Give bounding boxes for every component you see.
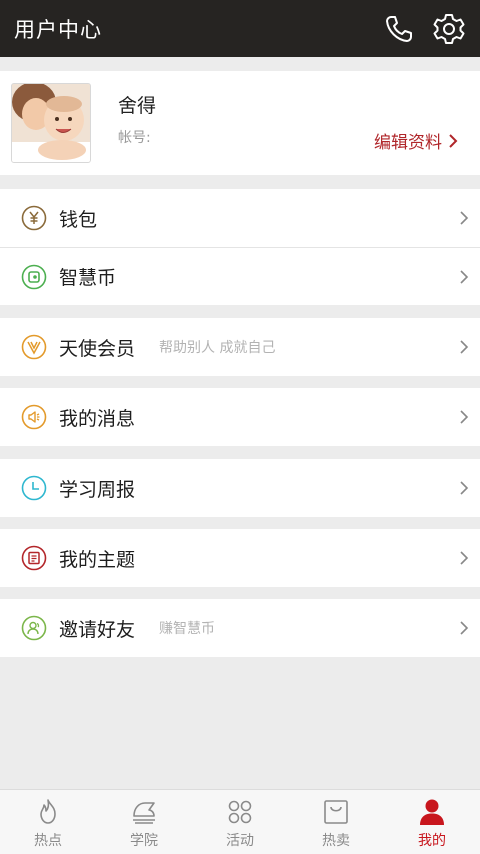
menu-group-angel: 天使会员 帮助别人 成就自己 [0,318,480,376]
menu-item-label: 钱包 [59,208,98,231]
chevron-right-icon [449,133,458,148]
chevron-right-icon [460,621,469,635]
chevron-right-icon [460,340,469,354]
top-bar: 用户中心 [0,0,480,57]
tab-label: 我的 [418,833,446,849]
avatar[interactable] [11,83,91,163]
menu-group-wallet: 钱包 智慧币 [0,189,480,305]
menu-item-label: 邀请好友 [59,618,136,641]
angel-v-icon [21,334,47,360]
menu-group-report: 学习周报 [0,459,480,517]
tab-hot-sale[interactable]: 热卖 [288,790,384,854]
tab-label: 学院 [130,833,158,849]
menu-item-coins[interactable]: 智慧币 [0,247,480,305]
menu-item-invite-friends[interactable]: 邀请好友 赚智慧币 [0,599,480,657]
menu-group-topics: 我的主题 [0,529,480,587]
academy-icon [133,802,155,824]
menu-item-label: 天使会员 [59,337,136,360]
user-icon [420,799,444,825]
tab-activity[interactable]: 活动 [192,790,288,854]
menu-item-weekly-report[interactable]: 学习周报 [0,459,480,517]
user-name: 舍得 [118,95,157,117]
tab-label: 活动 [226,833,254,849]
menu-item-subtitle: 帮助别人 成就自己 [159,340,276,356]
menu-item-subtitle: 赚智慧币 [159,621,215,637]
edit-profile-label: 编辑资料 [374,133,442,153]
menu-item-angel-member[interactable]: 天使会员 帮助别人 成就自己 [0,318,480,376]
menu-item-label: 智慧币 [59,267,117,289]
flame-icon [40,799,56,824]
phone-icon[interactable] [382,12,416,46]
tab-label: 热点 [34,833,62,849]
account-label: 帐号: [118,130,151,146]
menu-item-messages[interactable]: 我的消息 [0,388,480,446]
page-title: 用户中心 [14,17,102,42]
edit-profile-link[interactable]: 编辑资料 [374,128,458,153]
clock-icon [21,475,47,501]
tab-academy[interactable]: 学院 [96,790,192,854]
chevron-right-icon [460,481,469,495]
coin-icon [21,264,47,290]
tab-hot[interactable]: 热点 [0,790,96,854]
menu-item-label: 学习周报 [59,478,136,501]
bag-icon [324,800,348,824]
menu-item-label: 我的消息 [59,407,136,430]
settings-icon[interactable] [432,12,466,46]
activity-icon [228,800,252,824]
chevron-right-icon [460,551,469,565]
tab-mine[interactable]: 我的 [384,790,480,854]
chevron-right-icon [460,211,469,225]
menu-item-wallet[interactable]: 钱包 [0,189,480,247]
tab-label: 热卖 [322,833,350,849]
menu-item-my-topics[interactable]: 我的主题 [0,529,480,587]
topic-icon [21,545,47,571]
friends-icon [21,615,47,641]
menu-group-messages: 我的消息 [0,388,480,446]
profile-card[interactable]: 舍得 帐号: 编辑资料 [0,71,480,175]
menu-group-invite: 邀请好友 赚智慧币 [0,599,480,657]
bottom-tab-bar: 热点 学院 活动 热卖 我的 [0,789,480,854]
wallet-yen-icon [21,205,47,231]
menu-item-label: 我的主题 [59,548,136,571]
chevron-right-icon [460,410,469,424]
speaker-icon [21,404,47,430]
chevron-right-icon [460,270,469,284]
